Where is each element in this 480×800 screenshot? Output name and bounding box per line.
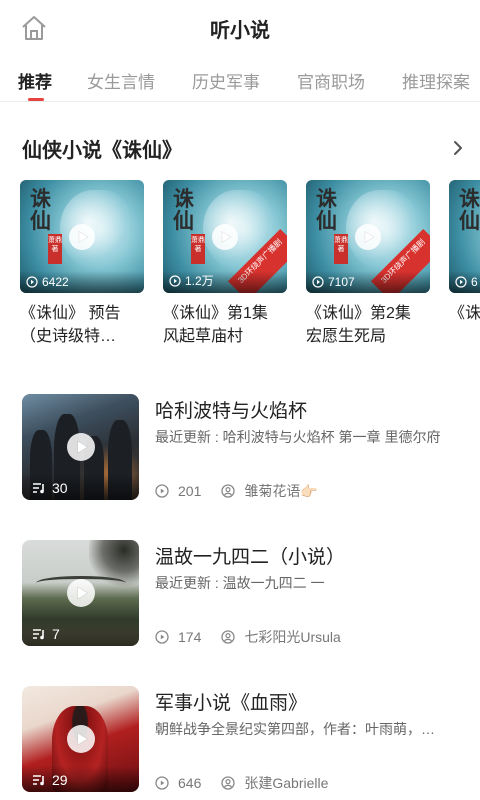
list-item[interactable]: 29 军事小说《血雨》 朝鲜战争全景纪实第四部，作者：叶雨萌，… 646 张建G… xyxy=(22,686,472,794)
play-count: 174 xyxy=(178,629,202,645)
tab-recommend[interactable]: 推荐 xyxy=(18,68,52,93)
playlist-icon xyxy=(33,629,44,640)
author-name: 张建Gabrielle xyxy=(244,775,329,791)
play-icon xyxy=(69,223,95,250)
album-title: 温故一九四二（小说） xyxy=(155,547,346,568)
play-circle-icon xyxy=(155,630,169,644)
play-count: 7107 xyxy=(312,275,355,289)
play-count: 201 xyxy=(178,483,202,499)
author-name: 七彩阳光Ursula xyxy=(244,629,341,645)
cover-seal: 萧鼎著 xyxy=(191,234,205,264)
tab-romance[interactable]: 女生言情 xyxy=(87,68,155,93)
chevron-right-icon xyxy=(454,141,462,155)
play-icon xyxy=(66,725,95,753)
album-thumbnail: 29 xyxy=(22,686,139,792)
section-more-button[interactable] xyxy=(448,136,468,160)
episode-count: 30 xyxy=(32,480,68,496)
album-title: 哈利波特与火焰杯 xyxy=(155,401,308,422)
episode-title: 《诛仙》第2集 宏愿生死局 xyxy=(306,305,411,345)
album-thumbnail: 30 xyxy=(22,394,139,500)
active-tab-indicator xyxy=(28,98,44,101)
album-meta: 201 雏菊花语👉🏻 xyxy=(155,481,318,501)
section-title: 仙侠小说《诛仙》 xyxy=(22,140,182,162)
cover-seal: 萧鼎著 xyxy=(334,234,348,264)
play-count: 6422 xyxy=(26,275,69,289)
episode-card[interactable]: 诛仙 萧鼎著 6422 《诛仙》 预告（史诗级特… xyxy=(20,180,144,348)
episode-count: 7 xyxy=(32,626,60,642)
play-icon xyxy=(212,223,238,250)
category-tabs: 推荐 女生言情 历史军事 官商职场 推理探案 xyxy=(0,60,480,102)
app-screen: 听小说 推荐 女生言情 历史军事 官商职场 推理探案 仙侠小说《诛仙》 诛仙 萧… xyxy=(0,0,480,800)
album-meta: 646 张建Gabrielle xyxy=(155,773,328,793)
episode-carousel: 诛仙 萧鼎著 6422 《诛仙》 预告（史诗级特… 诛仙 萧鼎著 3D环绕声广播… xyxy=(0,180,480,355)
play-icon xyxy=(355,223,381,250)
episode-card[interactable]: 诛仙 萧鼎著 3D环绕声广播剧 7107 《诛仙》第2集 宏愿生死局 xyxy=(306,180,430,348)
cover-title: 诛仙 xyxy=(459,186,480,233)
cover-title: 诛仙 xyxy=(316,186,337,233)
cover-title: 诛仙 xyxy=(173,186,194,233)
play-circle-icon xyxy=(455,276,467,288)
play-icon xyxy=(66,579,95,607)
episode-title: 《诛仙》 初上 xyxy=(449,305,480,322)
playlist-icon xyxy=(33,775,44,786)
episode-cover: 诛仙 萧鼎著 3D环绕声广播剧 7107 xyxy=(306,180,430,293)
play-circle-icon xyxy=(155,776,169,790)
list-item[interactable]: 30 哈利波特与火焰杯 最近更新 : 哈利波特与火焰杯 第一章 里德尔府 201… xyxy=(22,394,472,502)
episode-title: 《诛仙》 预告（史诗级特… xyxy=(20,305,121,345)
episode-card[interactable]: 诛仙 萧鼎著 3D环绕声广播剧 1.2万 《诛仙》第1集 风起草庙村 xyxy=(163,180,287,348)
tab-detective[interactable]: 推理探案 xyxy=(402,68,470,93)
playlist-icon xyxy=(33,483,44,494)
play-circle-icon xyxy=(26,276,38,288)
user-icon xyxy=(221,630,236,644)
episode-cover: 诛仙 萧鼎著 3D环绕声广播剧 1.2万 xyxy=(163,180,287,293)
album-description: 朝鲜战争全景纪实第四部，作者：叶雨萌，… xyxy=(155,721,435,737)
top-bar: 听小说 xyxy=(0,0,480,56)
tab-business-career[interactable]: 官商职场 xyxy=(297,68,365,93)
album-title: 军事小说《血雨》 xyxy=(155,693,308,714)
episode-cover: 诛仙 6 xyxy=(449,180,480,293)
play-count: 6 xyxy=(455,275,478,289)
play-circle-icon xyxy=(169,274,181,287)
episode-title: 《诛仙》第1集 风起草庙村 xyxy=(163,305,268,345)
play-circle-icon xyxy=(312,276,324,288)
cover-seal: 萧鼎著 xyxy=(48,234,62,264)
play-icon xyxy=(66,433,95,461)
user-icon xyxy=(221,776,236,790)
episode-card[interactable]: 诛仙 6 《诛仙》 初上 xyxy=(449,180,480,348)
episode-count: 29 xyxy=(32,772,68,788)
album-update: 最近更新 : 哈利波特与火焰杯 第一章 里德尔府 xyxy=(155,429,441,445)
page-title: 听小说 xyxy=(210,20,270,42)
user-icon xyxy=(221,484,236,498)
album-update: 最近更新 : 温故一九四二 一 xyxy=(155,575,325,591)
play-count: 646 xyxy=(178,775,202,791)
play-circle-icon xyxy=(155,484,169,498)
episode-cover: 诛仙 萧鼎著 6422 xyxy=(20,180,144,293)
album-meta: 174 七彩阳光Ursula xyxy=(155,627,341,647)
author-name: 雏菊花语👉🏻 xyxy=(244,483,318,499)
cover-title: 诛仙 xyxy=(30,186,51,233)
list-item[interactable]: 7 温故一九四二（小说） 最近更新 : 温故一九四二 一 174 七彩阳光Urs… xyxy=(22,540,472,648)
section-header: 仙侠小说《诛仙》 xyxy=(22,134,472,164)
play-count: 1.2万 xyxy=(169,272,214,289)
album-thumbnail: 7 xyxy=(22,540,139,646)
tab-history-military[interactable]: 历史军事 xyxy=(192,68,260,93)
